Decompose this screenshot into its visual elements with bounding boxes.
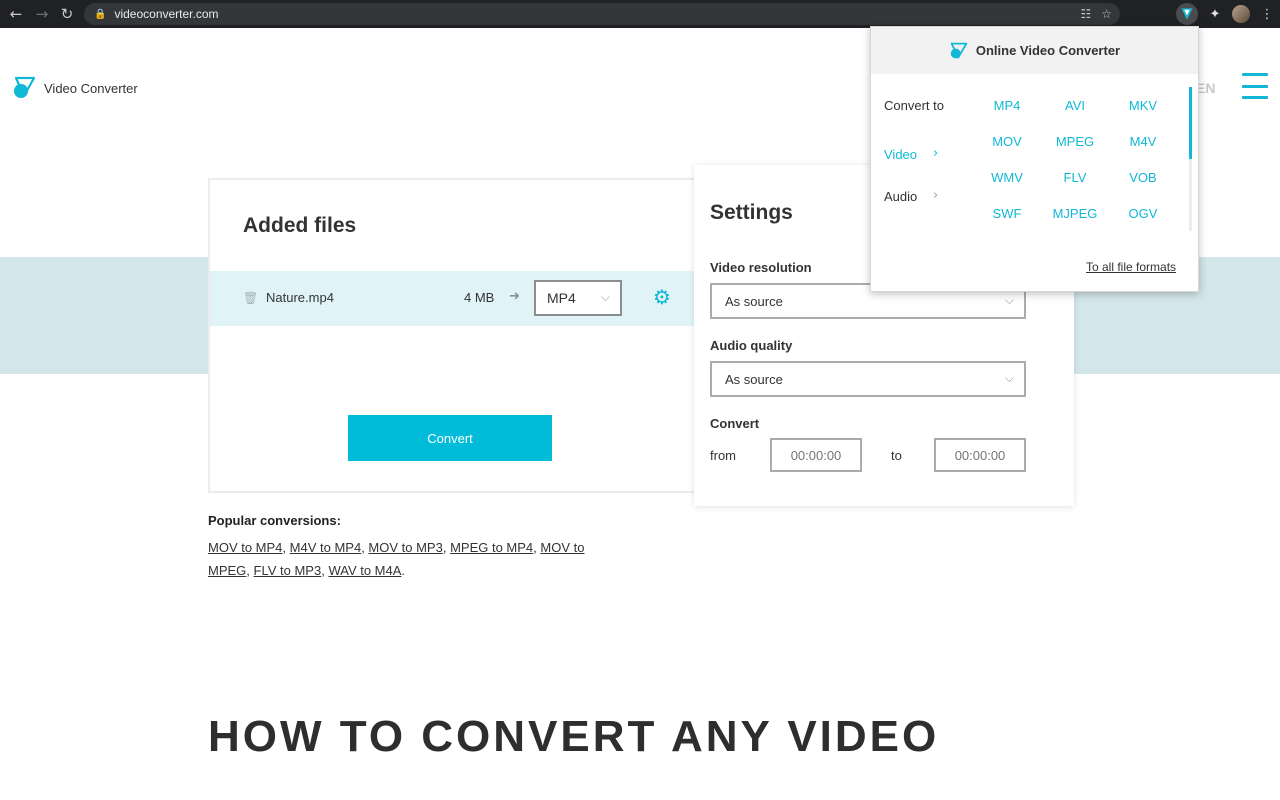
chevron-right-icon: › (933, 188, 939, 203)
chevron-right-icon: › (933, 146, 939, 161)
added-files-title: Added files (243, 214, 357, 237)
format-avi[interactable]: AVI (1045, 98, 1105, 113)
popular-link[interactable]: FLV to MP3 (254, 563, 322, 578)
popup-scrollbar-thumb[interactable] (1189, 87, 1192, 159)
convert-button[interactable]: Convert (348, 415, 552, 461)
chevron-down-icon: ⌵ (1004, 293, 1014, 307)
address-bar[interactable]: 🔒 videoconverter.com ☷ ☆ (84, 3, 1120, 25)
popular-link[interactable]: MPEG to MP4 (450, 540, 533, 555)
chevron-down-icon: ⌵ (1004, 371, 1014, 385)
file-size: 4 MB (464, 290, 495, 305)
video-converter-extension-button[interactable] (1176, 3, 1198, 25)
trash-icon[interactable]: 🗑 (243, 291, 258, 305)
popup-header: Online Video Converter (871, 27, 1198, 74)
popup-title: Online Video Converter (975, 43, 1121, 58)
format-ogv[interactable]: OGV (1113, 206, 1173, 221)
extension-popup: Online Video Converter Convert to Video … (870, 26, 1199, 292)
forward-button[interactable]: → (30, 0, 54, 28)
site-logo[interactable]: Video Converter (12, 76, 138, 100)
gear-icon[interactable]: ⚙ (653, 287, 671, 307)
forward-arrow-icon: → (35, 5, 49, 23)
format-flv[interactable]: FLV (1045, 170, 1105, 185)
popular-conversions-title: Popular conversions: (208, 513, 341, 528)
lock-icon: 🔒 (94, 8, 107, 20)
target-format-select[interactable]: MP4 ⌵ (534, 280, 622, 316)
hamburger-menu-icon[interactable] (1242, 73, 1268, 99)
category-audio[interactable]: Audio (884, 189, 917, 204)
hamburger-line (1242, 96, 1268, 99)
video-converter-logo-icon (950, 42, 968, 58)
reload-button[interactable]: ↻ (55, 0, 79, 28)
omnibox-actions: ☷ ☆ (1080, 3, 1112, 25)
end-time-input[interactable] (934, 438, 1026, 472)
audio-quality-select[interactable]: As source ⌵ (710, 361, 1026, 397)
category-video[interactable]: Video (884, 147, 917, 162)
logo-text: Video Converter (44, 80, 138, 96)
target-format-value: MP4 (547, 290, 576, 306)
profile-avatar[interactable] (1232, 5, 1250, 23)
reload-icon: ↻ (60, 5, 74, 23)
url-text: videoconverter.com (114, 7, 219, 21)
browser-toolbar: ← → ↻ 🔒 videoconverter.com ☷ ☆ ✦ ⋮ (0, 0, 1280, 28)
format-mpeg[interactable]: MPEG (1045, 134, 1105, 149)
format-swf[interactable]: SWF (977, 206, 1037, 221)
hamburger-line (1242, 73, 1268, 76)
bookmark-star-icon[interactable]: ☆ (1101, 7, 1112, 21)
popular-link[interactable]: MOV to MP3 (368, 540, 442, 555)
format-m4v[interactable]: M4V (1113, 134, 1173, 149)
chevron-down-icon: ⌵ (600, 290, 610, 304)
file-name: Nature.mp4 (266, 290, 334, 305)
how-to-heading: HOW TO CONVERT ANY VIDEO (208, 712, 940, 761)
arrow-right-icon: ➜ (509, 289, 520, 304)
video-resolution-label: Video resolution (710, 260, 812, 275)
from-label: from (710, 448, 736, 463)
hamburger-line (1242, 84, 1268, 88)
start-time-input[interactable] (770, 438, 862, 472)
to-label: to (891, 448, 902, 463)
format-wmv[interactable]: WMV (977, 170, 1037, 185)
back-arrow-icon: ← (9, 5, 23, 23)
back-button[interactable]: ← (4, 0, 28, 28)
puzzle-extensions-icon[interactable]: ✦ (1206, 7, 1224, 22)
popular-conversions-links: MOV to MP4, M4V to MP4, MOV to MP3, MPEG… (208, 540, 585, 578)
video-resolution-value: As source (725, 293, 783, 309)
format-mov[interactable]: MOV (977, 134, 1037, 149)
popular-conversions: Popular conversions: MOV to MP4, M4V to … (208, 513, 628, 582)
video-converter-logo-icon (14, 76, 36, 98)
format-mjpeg[interactable]: MJPEG (1045, 206, 1105, 221)
convert-to-label: Convert to (884, 98, 944, 113)
added-files-card: Added files 🗑 Nature.mp4 4 MB ➜ MP4 ⌵ ⚙ … (208, 178, 708, 493)
audio-quality-label: Audio quality (710, 338, 793, 353)
popular-link[interactable]: WAV to M4A (328, 563, 401, 578)
extensions-area: ✦ ⋮ (1176, 0, 1276, 28)
convert-range-label: Convert (710, 416, 760, 431)
settings-title: Settings (710, 201, 793, 224)
format-mp4[interactable]: MP4 (977, 98, 1037, 113)
audio-quality-value: As source (725, 371, 783, 387)
kebab-menu-icon[interactable]: ⋮ (1258, 7, 1276, 22)
popular-link[interactable]: MOV to MP4 (208, 540, 282, 555)
file-row: 🗑 Nature.mp4 4 MB ➜ MP4 ⌵ ⚙ (210, 271, 706, 326)
format-mkv[interactable]: MKV (1113, 98, 1173, 113)
popular-link[interactable]: M4V to MP4 (290, 540, 362, 555)
all-file-formats-link[interactable]: To all file formats (1086, 260, 1176, 274)
translate-icon[interactable]: ☷ (1080, 7, 1091, 21)
format-vob[interactable]: VOB (1113, 170, 1173, 185)
video-converter-logo-icon (1181, 8, 1193, 20)
